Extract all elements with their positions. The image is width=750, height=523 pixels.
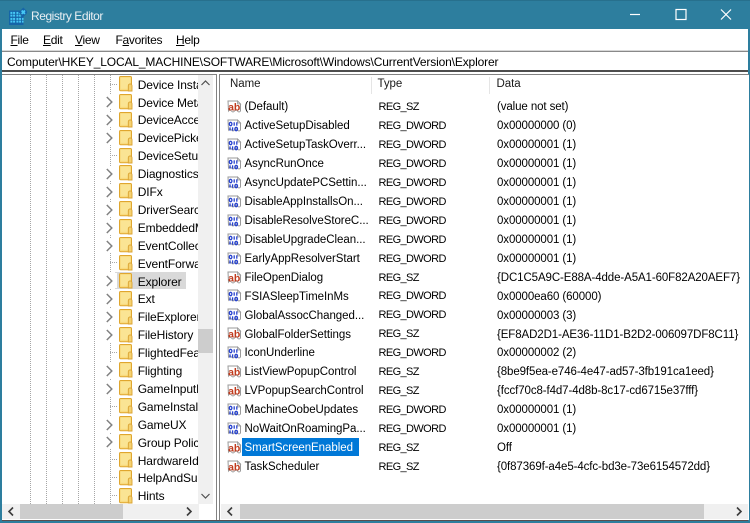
svg-text:ab: ab: [228, 329, 240, 341]
svg-text:ab: ab: [228, 385, 240, 397]
svg-text:ab: ab: [228, 102, 240, 114]
svg-text:ab: ab: [228, 366, 240, 378]
svg-text:ab: ab: [228, 272, 240, 284]
svg-text:ab: ab: [228, 442, 240, 454]
svg-text:ab: ab: [228, 461, 240, 473]
